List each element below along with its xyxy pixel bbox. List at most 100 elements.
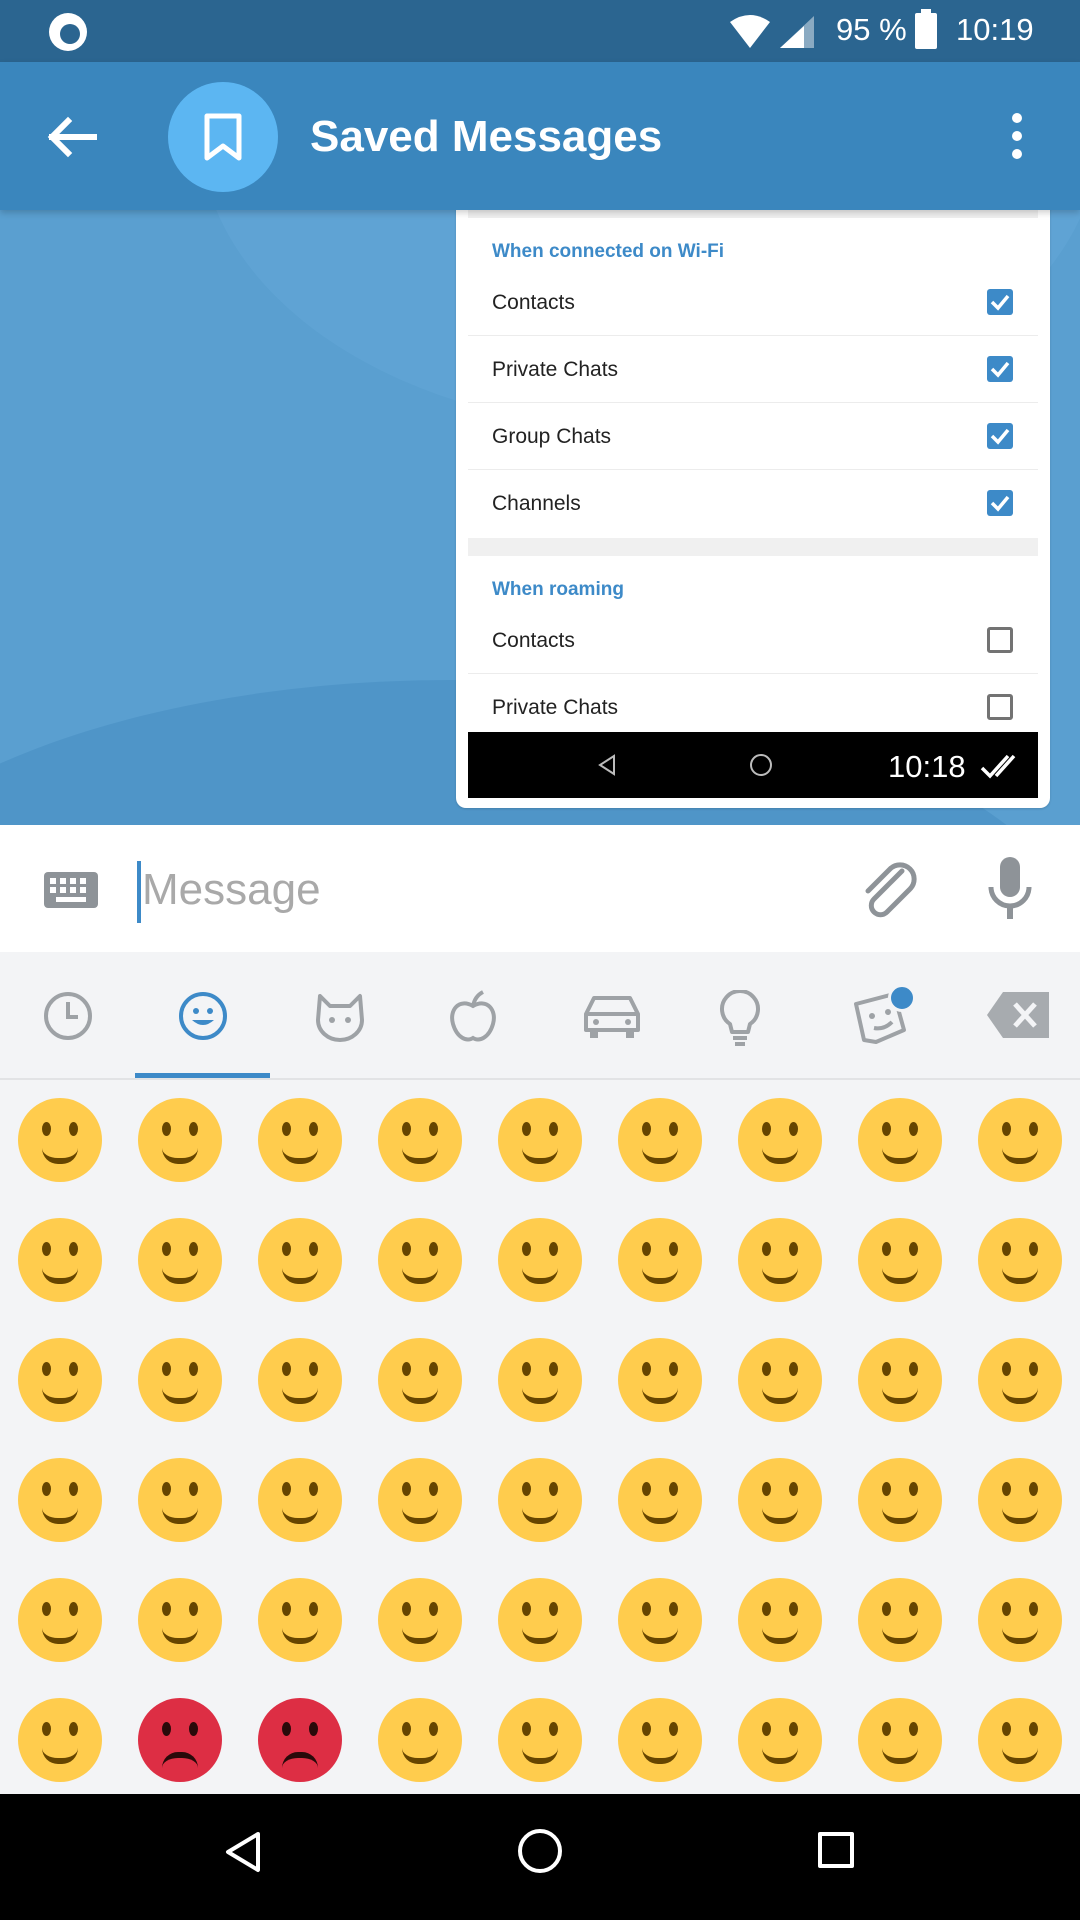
emoji-eye (789, 1722, 798, 1736)
emoji-button[interactable] (498, 1578, 582, 1662)
emoji-eye (69, 1122, 78, 1136)
emoji-button[interactable] (378, 1578, 462, 1662)
emoji-mouth (402, 1508, 438, 1524)
emoji-eye (549, 1242, 558, 1256)
more-vert-icon[interactable] (994, 104, 1040, 168)
emoji-mouth (282, 1752, 318, 1768)
emoji-mouth (42, 1268, 78, 1284)
emoji-eye (669, 1362, 678, 1376)
emoji-button[interactable] (258, 1098, 342, 1182)
emoji-eye (162, 1722, 171, 1736)
avatar[interactable] (168, 82, 278, 192)
emoji-button[interactable] (978, 1218, 1062, 1302)
emoji-button[interactable] (18, 1218, 102, 1302)
emoji-button[interactable] (978, 1098, 1062, 1182)
emoji-button[interactable] (618, 1098, 702, 1182)
smiley-icon (179, 992, 227, 1040)
mic-icon[interactable] (986, 855, 1034, 923)
emoji-mouth (882, 1268, 918, 1284)
emoji-mouth (1002, 1148, 1038, 1164)
emoji-eye (309, 1242, 318, 1256)
emoji-button[interactable] (498, 1458, 582, 1542)
back-arrow-icon[interactable] (38, 102, 108, 172)
emoji-button[interactable] (498, 1698, 582, 1782)
emoji-button[interactable] (138, 1218, 222, 1302)
emoji-eye (42, 1482, 51, 1496)
emoji-button[interactable] (258, 1698, 342, 1782)
emoji-button[interactable] (738, 1098, 822, 1182)
emoji-mouth (282, 1628, 318, 1644)
nav-back-icon[interactable] (222, 1830, 264, 1874)
emoji-button[interactable] (858, 1338, 942, 1422)
emoji-button[interactable] (18, 1098, 102, 1182)
emoji-eye (69, 1482, 78, 1496)
tab-stickers[interactable] (810, 952, 945, 1078)
emoji-button[interactable] (738, 1698, 822, 1782)
message-photo-bubble[interactable]: When connected on Wi-Fi Contacts Private… (456, 198, 1050, 808)
emoji-button[interactable] (258, 1218, 342, 1302)
emoji-button[interactable] (138, 1098, 222, 1182)
tab-smileys[interactable] (135, 952, 270, 1078)
tab-food[interactable] (405, 952, 540, 1078)
emoji-button[interactable] (858, 1218, 942, 1302)
emoji-button[interactable] (138, 1458, 222, 1542)
emoji-button[interactable] (618, 1218, 702, 1302)
emoji-button[interactable] (258, 1458, 342, 1542)
emoji-eye (762, 1722, 771, 1736)
emoji-button[interactable] (858, 1458, 942, 1542)
tab-travel[interactable] (540, 952, 675, 1078)
nav-home-icon[interactable] (518, 1829, 562, 1873)
emoji-button[interactable] (738, 1458, 822, 1542)
emoji-eye (522, 1122, 531, 1136)
emoji-button[interactable] (498, 1338, 582, 1422)
emoji-button[interactable] (258, 1578, 342, 1662)
emoji-button[interactable] (978, 1698, 1062, 1782)
message-input[interactable] (142, 855, 822, 925)
attach-icon[interactable] (858, 857, 922, 923)
emoji-button[interactable] (978, 1458, 1062, 1542)
emoji-button[interactable] (498, 1218, 582, 1302)
tab-animals[interactable] (270, 952, 405, 1078)
nav-recents-icon[interactable] (818, 1832, 854, 1868)
emoji-eye (69, 1722, 78, 1736)
tab-objects[interactable] (675, 952, 810, 1078)
emoji-button[interactable] (138, 1698, 222, 1782)
emoji-button[interactable] (618, 1458, 702, 1542)
backspace-button[interactable] (945, 952, 1080, 1078)
emoji-button[interactable] (18, 1458, 102, 1542)
emoji-button[interactable] (498, 1098, 582, 1182)
emoji-button[interactable] (618, 1338, 702, 1422)
emoji-button[interactable] (18, 1578, 102, 1662)
emoji-button[interactable] (738, 1578, 822, 1662)
item-label: Private Chats (492, 696, 619, 719)
keyboard-icon[interactable] (44, 872, 98, 908)
emoji-button[interactable] (18, 1338, 102, 1422)
emoji-button[interactable] (258, 1338, 342, 1422)
emoji-eye (522, 1602, 531, 1616)
emoji-button[interactable] (738, 1218, 822, 1302)
emoji-eye (1029, 1362, 1038, 1376)
emoji-button[interactable] (378, 1458, 462, 1542)
chat-title[interactable]: Saved Messages (310, 112, 662, 162)
list-item: Group Chats (468, 403, 1038, 470)
emoji-button[interactable] (618, 1698, 702, 1782)
tab-recent[interactable] (0, 952, 135, 1078)
emoji-button[interactable] (138, 1338, 222, 1422)
emoji-button[interactable] (378, 1098, 462, 1182)
emoji-button[interactable] (858, 1578, 942, 1662)
emoji-button[interactable] (18, 1698, 102, 1782)
emoji-mouth (42, 1508, 78, 1524)
emoji-button[interactable] (378, 1218, 462, 1302)
emoji-button[interactable] (858, 1098, 942, 1182)
emoji-button[interactable] (738, 1338, 822, 1422)
emoji-button[interactable] (618, 1578, 702, 1662)
emoji-mouth (642, 1508, 678, 1524)
emoji-button[interactable] (138, 1578, 222, 1662)
emoji-button[interactable] (978, 1578, 1062, 1662)
emoji-button[interactable] (858, 1698, 942, 1782)
status-bar: 95 % 10:19 (0, 0, 1080, 62)
emoji-button[interactable] (978, 1338, 1062, 1422)
emoji-button[interactable] (378, 1338, 462, 1422)
emoji-button[interactable] (378, 1698, 462, 1782)
emoji-eye (909, 1482, 918, 1496)
